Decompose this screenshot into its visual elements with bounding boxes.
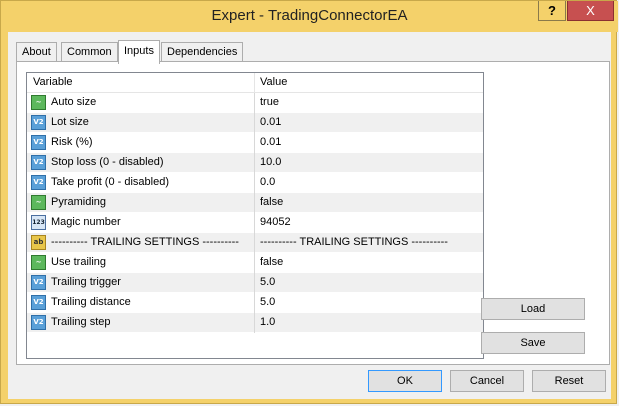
double-icon: V2 (31, 315, 46, 330)
variable-name: Auto size (51, 96, 97, 108)
value-cell[interactable]: false (260, 196, 480, 208)
tab-dependencies[interactable]: Dependencies (161, 42, 244, 62)
column-divider (254, 213, 255, 233)
variable-name: ---------- TRAILING SETTINGS ---------- (51, 236, 239, 248)
table-row[interactable]: V2 Lot size 0.01 (27, 113, 483, 133)
table-row[interactable]: V2 Trailing distance 5.0 (27, 293, 483, 313)
variable-name: Trailing distance (51, 296, 131, 308)
variable-cell: V2 Stop loss (0 - disabled) (31, 153, 253, 172)
value-cell[interactable]: 10.0 (260, 156, 480, 168)
window-title: Expert - TradingConnectorEA (211, 7, 408, 24)
table-row[interactable]: 123 Magic number 94052 (27, 213, 483, 233)
column-divider (254, 173, 255, 193)
double-icon: V2 (31, 175, 46, 190)
value-cell[interactable]: 5.0 (260, 296, 480, 308)
double-icon: V2 (31, 115, 46, 130)
title-bar[interactable]: Expert - TradingConnectorEA ? X (1, 1, 618, 32)
variable-cell: 123 Magic number (31, 213, 253, 232)
variable-cell: V2 Lot size (31, 113, 253, 132)
variable-cell: ab ---------- TRAILING SETTINGS ---------… (31, 233, 253, 252)
variable-name: Trailing step (51, 316, 111, 328)
variable-name: Take profit (0 - disabled) (51, 176, 169, 188)
column-divider (254, 253, 255, 273)
variable-name: Stop loss (0 - disabled) (51, 156, 164, 168)
tab-common[interactable]: Common (61, 42, 118, 62)
column-header-value[interactable]: Value (260, 76, 287, 88)
table-row[interactable]: V2 Trailing trigger 5.0 (27, 273, 483, 293)
table-row[interactable]: ~ Auto size true (27, 93, 483, 113)
variable-name: Risk (%) (51, 136, 93, 148)
inputs-tab-page: Variable Value ~ Auto size true V2 Lot size 0… (16, 61, 610, 365)
cancel-button[interactable]: Cancel (450, 370, 524, 392)
inputs-grid[interactable]: Variable Value ~ Auto size true V2 Lot size 0… (26, 72, 484, 359)
value-cell[interactable]: ---------- TRAILING SETTINGS ---------- (260, 236, 480, 248)
variable-name: Trailing trigger (51, 276, 121, 288)
value-cell[interactable]: 94052 (260, 216, 480, 228)
table-row[interactable]: ~ Pyramiding false (27, 193, 483, 213)
value-cell[interactable]: 1.0 (260, 316, 480, 328)
column-divider (254, 193, 255, 213)
variable-cell: ~ Auto size (31, 93, 253, 112)
column-divider (254, 313, 255, 333)
reset-button[interactable]: Reset (532, 370, 606, 392)
bool-icon: ~ (31, 255, 46, 270)
tab-inputs[interactable]: Inputs (118, 40, 160, 64)
column-divider[interactable] (254, 73, 255, 92)
dialog-client-area: About Common Inputs Dependencies Variabl… (8, 32, 611, 399)
variable-name: Use trailing (51, 256, 107, 268)
load-button[interactable]: Load (481, 298, 585, 320)
table-row[interactable]: V2 Risk (%) 0.01 (27, 133, 483, 153)
column-divider (254, 93, 255, 113)
double-icon: V2 (31, 135, 46, 150)
variable-name: Lot size (51, 116, 89, 128)
value-cell[interactable]: 0.0 (260, 176, 480, 188)
variable-name: Pyramiding (51, 196, 107, 208)
table-row[interactable]: ab ---------- TRAILING SETTINGS ---------… (27, 233, 483, 253)
variable-cell: V2 Trailing trigger (31, 273, 253, 292)
close-button[interactable]: X (567, 1, 614, 21)
value-cell[interactable]: true (260, 96, 480, 108)
ok-button[interactable]: OK (368, 370, 442, 392)
value-cell[interactable]: 5.0 (260, 276, 480, 288)
double-icon: V2 (31, 295, 46, 310)
bool-icon: ~ (31, 95, 46, 110)
column-divider (254, 133, 255, 153)
grid-header: Variable Value (27, 73, 483, 93)
column-divider (254, 273, 255, 293)
column-divider (254, 233, 255, 253)
column-divider (254, 293, 255, 313)
save-button[interactable]: Save (481, 332, 585, 354)
column-divider (254, 153, 255, 173)
value-cell[interactable]: 0.01 (260, 136, 480, 148)
string-icon: ab (31, 235, 46, 250)
int-icon: 123 (31, 215, 46, 230)
table-row[interactable]: ~ Use trailing false (27, 253, 483, 273)
tab-about[interactable]: About (16, 42, 57, 62)
table-row[interactable]: V2 Stop loss (0 - disabled) 10.0 (27, 153, 483, 173)
value-cell[interactable]: false (260, 256, 480, 268)
column-divider (254, 113, 255, 133)
variable-cell: ~ Pyramiding (31, 193, 253, 212)
double-icon: V2 (31, 155, 46, 170)
variable-name: Magic number (51, 216, 121, 228)
table-row[interactable]: V2 Trailing step 1.0 (27, 313, 483, 333)
double-icon: V2 (31, 275, 46, 290)
variable-cell: V2 Trailing step (31, 313, 253, 332)
table-row[interactable]: V2 Take profit (0 - disabled) 0.0 (27, 173, 483, 193)
value-cell[interactable]: 0.01 (260, 116, 480, 128)
bool-icon: ~ (31, 195, 46, 210)
variable-cell: V2 Trailing distance (31, 293, 253, 312)
column-header-variable[interactable]: Variable (33, 76, 73, 88)
variable-cell: V2 Take profit (0 - disabled) (31, 173, 253, 192)
variable-cell: V2 Risk (%) (31, 133, 253, 152)
help-button[interactable]: ? (538, 1, 566, 21)
expert-properties-window: Expert - TradingConnectorEA ? X About Co… (0, 0, 618, 404)
variable-cell: ~ Use trailing (31, 253, 253, 272)
